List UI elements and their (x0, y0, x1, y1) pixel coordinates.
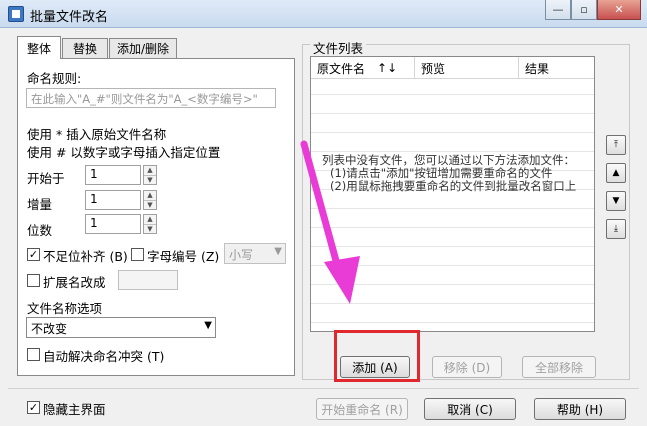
filename-option-value: 不改变 (31, 322, 68, 336)
extension-input[interactable] (118, 270, 178, 290)
file-list-header: 原文件名 ↑↓ 预览 结果 (311, 57, 594, 79)
window-title: 批量文件改名 (30, 10, 109, 25)
naming-rule-label: 命名规则: (27, 71, 82, 86)
step-spinner[interactable]: ▲ ▼ (143, 190, 157, 210)
pad-label: 不足位补齐 (B) (43, 249, 128, 264)
filename-option-label: 文件名称选项 (27, 301, 103, 316)
maximize-button[interactable]: ▫ (571, 0, 597, 20)
chevron-down-icon: ▼ (204, 320, 212, 331)
remove-button[interactable]: 移除 (D) (432, 356, 502, 378)
conflict-checkbox[interactable] (27, 348, 40, 361)
digits-spinner[interactable]: ▲ ▼ (143, 214, 157, 234)
digits-label: 位数 (27, 223, 53, 238)
step-input[interactable]: 1 (85, 190, 141, 210)
move-top-icon[interactable]: ⤒ (606, 135, 626, 155)
column-original-label: 原文件名 (317, 61, 366, 76)
highlight-box (334, 330, 420, 382)
hint-asterisk: 使用 * 插入原始文件名称 (27, 127, 167, 142)
footer-divider (8, 388, 639, 389)
filename-option-select[interactable]: 不改变 ▼ (26, 317, 216, 338)
minimize-button[interactable]: — (545, 0, 571, 20)
file-list-title: 文件列表 (310, 38, 367, 57)
help-button[interactable]: 帮助 (H) (534, 398, 626, 420)
digits-input[interactable]: 1 (85, 214, 141, 234)
sort-icon: ↑↓ (377, 61, 398, 75)
tab-overall[interactable]: 整体 (17, 36, 61, 59)
case-select[interactable]: 小写 ▼ (224, 243, 286, 264)
start-rename-button[interactable]: 开始重命名 (R) (316, 398, 408, 420)
cancel-button[interactable]: 取消 (C) (424, 398, 516, 420)
naming-rule-input[interactable]: 在此输入"A_#"则文件名为"A_<数字编号>" (26, 88, 276, 108)
app-icon (8, 6, 24, 22)
column-preview[interactable]: 预览 (415, 57, 519, 79)
column-original-name[interactable]: 原文件名 ↑↓ (311, 57, 415, 79)
close-button[interactable]: ✕ (597, 0, 641, 20)
hide-main-label: 隐藏主界面 (43, 402, 106, 417)
move-bottom-icon[interactable]: ⤓ (606, 219, 626, 239)
move-down-icon[interactable]: ▼ (606, 191, 626, 211)
tab-add-remove[interactable]: 添加/删除 (109, 38, 177, 58)
tab-replace[interactable]: 替换 (62, 38, 108, 58)
step-label: 增量 (27, 197, 53, 212)
move-up-icon[interactable]: ▲ (606, 163, 626, 183)
extension-checkbox[interactable] (27, 274, 40, 287)
letter-checkbox[interactable] (131, 248, 144, 261)
start-label: 开始于 (27, 171, 65, 186)
pad-checkbox[interactable]: ✓ (27, 248, 40, 261)
hide-main-checkbox[interactable]: ✓ (27, 401, 40, 414)
conflict-label: 自动解决命名冲突 (T) (43, 349, 165, 364)
annotation-arrow (300, 140, 360, 304)
column-result[interactable]: 结果 (519, 57, 594, 79)
remove-all-button[interactable]: 全部移除 (522, 356, 596, 378)
hint-hash: 使用 # 以数字或字母插入指定位置 (27, 145, 221, 160)
case-value: 小写 (229, 248, 254, 262)
extension-label: 扩展名改成 (43, 275, 106, 290)
start-spinner[interactable]: ▲ ▼ (143, 165, 157, 185)
start-input[interactable]: 1 (85, 165, 141, 185)
letter-label: 字母编号 (Z) (147, 249, 220, 264)
chevron-down-icon: ▼ (274, 246, 282, 257)
